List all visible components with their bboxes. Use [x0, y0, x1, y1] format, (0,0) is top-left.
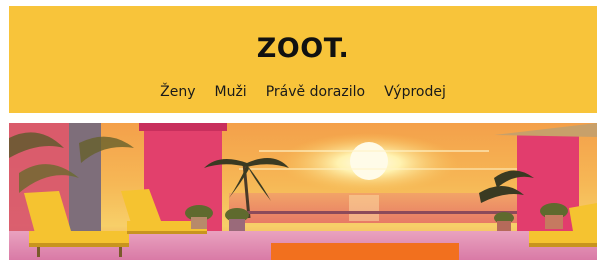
zoot-logo[interactable]: ZOOT.: [9, 33, 597, 65]
orange-mat: [271, 243, 459, 260]
nav-item-vyprodej[interactable]: Výprodej: [384, 82, 446, 102]
nav-item-zeny[interactable]: Ženy: [160, 82, 195, 102]
main-nav: Ženy Muži Právě dorazilo Výprodej: [9, 82, 597, 102]
sun: [350, 142, 388, 180]
nav-item-muzi[interactable]: Muži: [215, 82, 247, 102]
site-header: ZOOT. Ženy Muži Právě dorazilo Výprodej: [9, 6, 597, 113]
page: ZOOT. Ženy Muži Právě dorazilo Výprodej: [0, 0, 600, 260]
sunset-terrace-image: [9, 123, 597, 260]
hero-banner[interactable]: [9, 123, 597, 260]
nav-item-prave-dorazilo[interactable]: Právě dorazilo: [266, 82, 365, 102]
